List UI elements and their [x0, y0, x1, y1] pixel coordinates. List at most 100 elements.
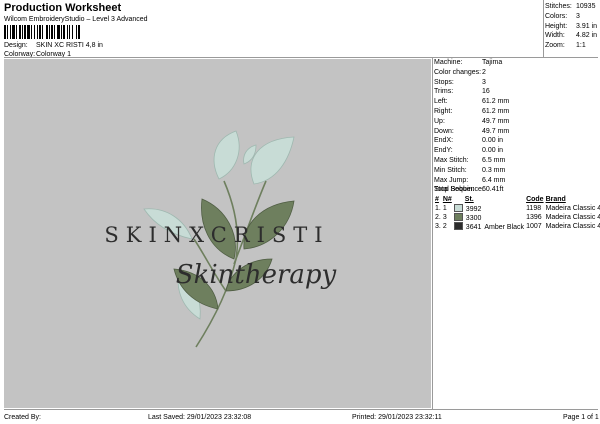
stat-label: Colors:: [545, 12, 568, 20]
barcode-bar: [57, 25, 60, 39]
spec-value: 6.4 mm: [482, 176, 506, 184]
stat-row: Colors: 3: [545, 12, 597, 22]
barcode-bar: [54, 25, 55, 39]
barcode-bar: [63, 25, 65, 39]
stop-sequence-title: Stop Sequence:: [434, 186, 484, 193]
divider: [543, 0, 544, 57]
barcode-bar: [34, 25, 35, 39]
stat-row: Height: 3.91 in: [545, 22, 597, 32]
spec-label: Min Stitch:: [434, 166, 467, 174]
barcode-bar: [31, 25, 32, 39]
spec-row: Max Stitch: 6.5 mm: [434, 156, 509, 166]
top-stats: Stitches: 10935 Colors: 3 Height: 3.91 in W…: [545, 2, 597, 51]
spec-row: Down: 49.7 mm: [434, 127, 509, 137]
spec-row: Max Jump: 6.4 mm: [434, 176, 509, 186]
spec-label: Color changes:: [434, 68, 482, 76]
spec-value: 49.7 mm: [482, 127, 510, 135]
table-row: 1. 1 3992 1198 Madeira Classic 40: [434, 204, 600, 213]
stat-value: 3.91 in: [576, 22, 598, 30]
barcode-bar: [46, 25, 48, 39]
embroidery-design: SKINXCRISTI Skintherapy: [104, 130, 337, 348]
thread-number: 3641: [465, 224, 482, 231]
spec-value: 0.00 in: [482, 137, 504, 145]
script-wordmark: Skintherapy: [176, 260, 337, 290]
col-header: Brand: [545, 196, 566, 203]
stat-label: Stitches:: [545, 3, 572, 10]
barcode-bar: [39, 25, 41, 39]
col-header: Code: [526, 196, 544, 203]
stat-row: Stitches: 10935: [545, 2, 597, 12]
table-header-row: # N# St. Code Brand: [434, 195, 600, 204]
barcode-bar: [27, 25, 30, 39]
spec-value: 3: [482, 78, 486, 86]
design-row: Design: SKIN XC RISTI 4,8 in: [4, 41, 103, 50]
stitch-count: 1198: [526, 205, 542, 212]
light-leaf: [213, 130, 240, 180]
barcode-bar: [72, 25, 73, 39]
color-swatch: [453, 222, 463, 230]
spec-label: Stops:: [434, 78, 454, 86]
footer-created-by: Created By:: [4, 414, 41, 421]
barcode-bar: [78, 25, 80, 39]
stop-color-cell: 3300: [453, 213, 525, 222]
design-value: SKIN XC RISTI 4,8 in: [36, 42, 103, 49]
brand-wordmark: SKINXCRISTI: [104, 223, 329, 247]
spec-row: Trims: 16: [434, 87, 509, 97]
needle-number: 2: [442, 223, 447, 230]
thread-name: Amber Black: [484, 224, 525, 231]
spec-label: Up:: [434, 117, 445, 125]
thread-brand: Madeira Classic 40: [545, 223, 600, 230]
barcode-bar: [10, 25, 11, 39]
stat-label: Width:: [545, 32, 565, 40]
spec-value: 0.00 in: [482, 147, 504, 155]
barcode-bar: [24, 25, 26, 39]
barcode-bar: [16, 25, 17, 39]
worksheet-title: Production Worksheet: [4, 2, 122, 14]
stop-color-cell: 3992: [453, 204, 525, 213]
spec-label: Left:: [434, 98, 448, 106]
table-row: 2. 3 3300 1396 Madeira Classic 40: [434, 213, 600, 222]
barcode-bar: [12, 25, 15, 39]
divider: [432, 57, 433, 409]
barcode-bar: [67, 25, 68, 39]
spec-value: Tajima: [482, 59, 503, 66]
software-subtitle: Wilcom EmbroideryStudio – Level 3 Advanc…: [4, 16, 148, 23]
stop-number: 1.: [435, 205, 441, 212]
stat-value: 10935: [576, 3, 596, 10]
barcode-bar: [61, 25, 62, 39]
spec-value: 61.2 mm: [482, 98, 510, 106]
spec-value: 6.5 mm: [482, 156, 506, 164]
machine-specs: Machine: Tajima Color changes: 2 Stops: 3 Trim…: [434, 58, 509, 195]
barcode-bar: [37, 25, 38, 39]
barcode-bar: [49, 25, 50, 39]
stop-number: 3.: [435, 223, 441, 230]
needle-number: 3: [442, 214, 447, 221]
design-label: Design:: [4, 42, 28, 49]
spec-row: EndY: 0.00 in: [434, 146, 509, 156]
stitch-count: 1007: [526, 223, 542, 230]
spec-label: EndY:: [434, 147, 453, 155]
stat-value: 3: [576, 12, 580, 20]
stat-value: 1:1: [576, 42, 586, 50]
spec-row: Color changes: 2: [434, 68, 509, 78]
stat-label: Zoom:: [545, 42, 565, 50]
barcode-bar: [4, 25, 6, 39]
barcode-bar: [51, 25, 53, 39]
barcode-bar: [42, 25, 43, 39]
spec-row: Left: 61.2 mm: [434, 97, 509, 107]
spec-value: 16: [482, 88, 490, 96]
barcode: [4, 25, 80, 39]
stat-row: Width: 4.82 in: [545, 31, 597, 41]
footer-last-saved: Last Saved: 29/01/2023 23:32:08: [148, 414, 252, 421]
stop-sequence-table: # N# St. Code Brand 1. 1 3992 1198 Madeira C…: [434, 195, 600, 231]
thread-number: 3300: [465, 215, 482, 222]
stop-number: 2.: [435, 214, 441, 221]
thread-brand: Madeira Classic 40: [545, 205, 600, 212]
barcode-bar: [69, 25, 70, 39]
spec-label: Trims:: [434, 88, 454, 96]
thread-number: 3992: [465, 206, 482, 213]
needle-number: 1: [442, 205, 447, 212]
stop-color-cell: 3641 Amber Black: [453, 222, 525, 231]
spec-value: 49.7 mm: [482, 117, 510, 125]
design-preview: SKINXCRISTI Skintherapy: [4, 59, 431, 408]
